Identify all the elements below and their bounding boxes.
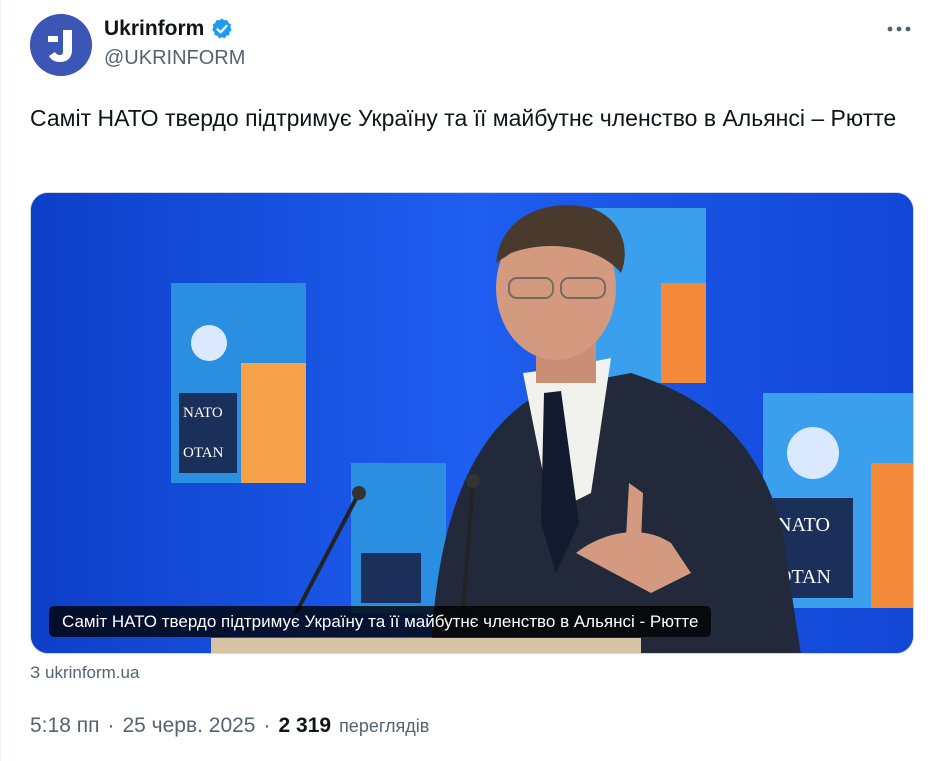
nato-poster-center bbox=[351, 463, 446, 613]
meta-separator: · bbox=[107, 714, 115, 737]
more-options-button[interactable] bbox=[884, 14, 914, 44]
views-label: переглядів bbox=[339, 715, 430, 736]
tweet-meta: 5:18 пп · 25 черв. 2025 · 2 319 перегляд… bbox=[30, 714, 429, 738]
more-horizontal-icon bbox=[887, 26, 911, 32]
tweet-date[interactable]: 25 черв. 2025 bbox=[122, 714, 255, 738]
meta-separator: · bbox=[263, 714, 271, 737]
media-caption: Саміт НАТО твердо підтримує Україну та ї… bbox=[49, 606, 712, 637]
svg-text:NATO: NATO bbox=[183, 405, 223, 421]
tweet-text: Саміт НАТО твердо підтримує Україну та ї… bbox=[30, 105, 897, 131]
nato-poster-left: NATO OTAN bbox=[171, 283, 306, 483]
timeline-border bbox=[0, 0, 1, 761]
svg-text:OTAN: OTAN bbox=[183, 445, 224, 461]
verified-badge-icon bbox=[210, 17, 234, 41]
link-source[interactable]: З ukrinform.ua bbox=[30, 663, 139, 683]
tweet-time[interactable]: 5:18 пп bbox=[30, 714, 99, 738]
author-display-name[interactable]: Ukrinform bbox=[104, 14, 234, 44]
svg-text:NATO: NATO bbox=[777, 514, 830, 536]
tweet-media-card[interactable]: NATO OTAN NATO OTAN Саміт НАТО твердо пі… bbox=[30, 192, 914, 654]
media-photo: NATO OTAN NATO OTAN bbox=[31, 193, 913, 653]
ukrinform-logo-icon bbox=[30, 14, 92, 76]
author-name-text[interactable]: Ukrinform bbox=[104, 17, 204, 41]
author-avatar[interactable] bbox=[30, 14, 92, 76]
lectern bbox=[211, 638, 641, 653]
author-handle[interactable]: @UKRINFORM bbox=[104, 47, 245, 70]
views-count: 2 319 bbox=[278, 714, 332, 737]
